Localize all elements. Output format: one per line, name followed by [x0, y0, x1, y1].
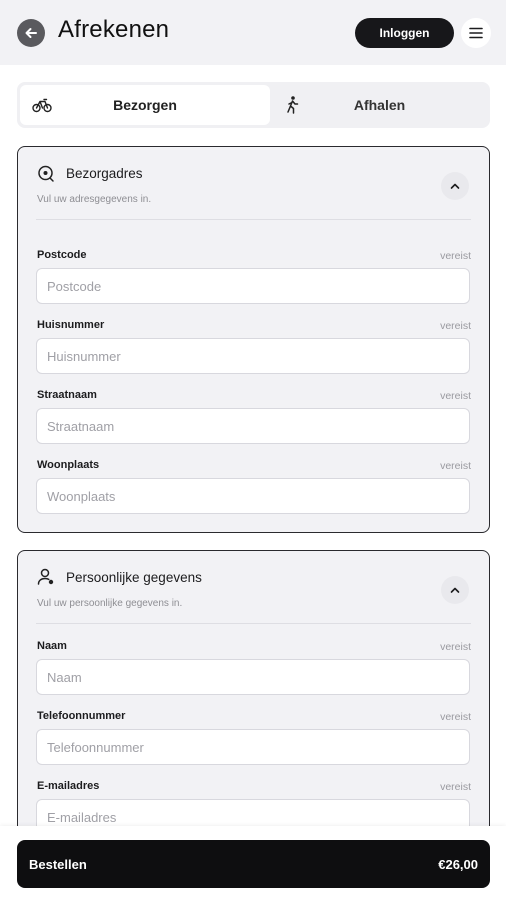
chevron-up-icon	[450, 183, 460, 189]
field-label: Woonplaats	[37, 459, 100, 471]
card-title: Bezorgadres	[66, 166, 143, 181]
tab-label: Afhalen	[353, 97, 406, 113]
card-title: Persoonlijke gegevens	[66, 570, 202, 585]
delivery-method-tabs: Bezorgen Afhalen	[17, 82, 490, 128]
user-icon	[37, 568, 54, 585]
walking-icon	[287, 96, 299, 114]
required-badge: vereist	[440, 460, 471, 472]
required-badge: vereist	[440, 390, 471, 402]
tab-label: Bezorgen	[113, 97, 177, 113]
tab-bezorgen[interactable]: Bezorgen	[20, 85, 270, 125]
card-subtitle: Vul uw persoonlijke gegevens in.	[37, 598, 183, 609]
location-pin-icon	[38, 165, 54, 182]
required-badge: vereist	[440, 781, 471, 793]
phone-input[interactable]	[36, 729, 470, 765]
field-label: Straatnaam	[37, 389, 97, 401]
order-total: €26,00	[438, 856, 478, 872]
required-badge: vereist	[440, 250, 471, 262]
field-label: Naam	[37, 640, 67, 652]
tab-afhalen[interactable]: Afhalen	[272, 85, 487, 125]
divider	[36, 219, 471, 220]
city-input[interactable]	[36, 478, 470, 514]
required-badge: vereist	[440, 641, 471, 653]
field-label: Postcode	[37, 249, 87, 261]
collapse-button[interactable]	[441, 172, 469, 200]
card-subtitle: Vul uw adresgegevens in.	[37, 194, 152, 205]
field-label: Huisnummer	[37, 319, 105, 331]
name-input[interactable]	[36, 659, 470, 695]
login-button[interactable]: Inloggen	[355, 18, 454, 48]
order-button[interactable]: Bestellen €26,00	[17, 840, 490, 888]
arrow-left-icon	[25, 28, 37, 38]
personal-details-card: Persoonlijke gegevens Vul uw persoonlijk…	[17, 550, 490, 850]
field-label: Telefoonnummer	[37, 710, 126, 722]
delivery-address-card: Bezorgadres Vul uw adresgegevens in. Pos…	[17, 146, 490, 533]
hamburger-menu-icon	[469, 27, 483, 39]
field-label: E-mailadres	[37, 780, 100, 792]
street-name-input[interactable]	[36, 408, 470, 444]
page-title: Afrekenen	[58, 16, 170, 43]
back-button[interactable]	[17, 19, 45, 47]
bicycle-icon	[32, 98, 52, 113]
required-badge: vereist	[440, 320, 471, 332]
top-bar: Afrekenen Inloggen	[0, 0, 506, 65]
chevron-up-icon	[450, 587, 460, 593]
house-number-input[interactable]	[36, 338, 470, 374]
collapse-button[interactable]	[441, 576, 469, 604]
postcode-input[interactable]	[36, 268, 470, 304]
required-badge: vereist	[440, 711, 471, 723]
checkout-footer: Bestellen €26,00	[0, 826, 506, 900]
divider	[36, 623, 471, 624]
order-label: Bestellen	[29, 856, 87, 872]
menu-button[interactable]	[461, 18, 491, 48]
